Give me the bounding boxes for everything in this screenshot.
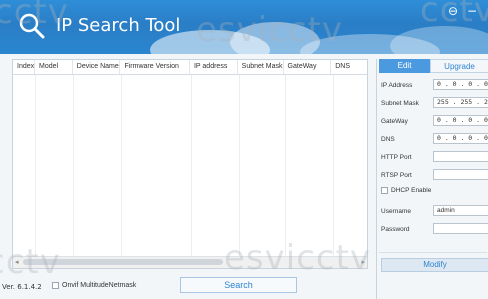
password-input[interactable] — [433, 223, 488, 234]
horizontal-scrollbar[interactable]: ◂ ▸ — [13, 256, 367, 268]
scroll-right-icon[interactable]: ▸ — [361, 257, 365, 268]
ip-address-label: IP Address — [381, 82, 413, 89]
magnifier-icon — [19, 13, 45, 39]
dhcp-label: DHCP Enable — [391, 187, 432, 194]
onvif-label: Onvif MultitudeNetmask — [62, 282, 137, 289]
table-body — [13, 75, 367, 256]
close-icon[interactable]: − — [467, 4, 477, 18]
device-table[interactable]: Index Model Device Name Firmware Version… — [12, 59, 368, 269]
column-header-gateway[interactable]: GateWay — [284, 60, 332, 74]
subnet-mask-label: Subnet Mask — [381, 100, 419, 107]
column-divider — [121, 75, 122, 256]
dns-label: DNS — [381, 136, 395, 143]
edit-panel: Edit Upgrade IP Address 0 . 0 . 0 . 0 Su… — [376, 59, 488, 299]
tab-edit[interactable]: Edit — [379, 59, 431, 73]
username-input[interactable]: admin — [433, 205, 488, 216]
panel-tabs: Edit Upgrade — [379, 59, 488, 73]
table-header: Index Model Device Name Firmware Version… — [13, 60, 367, 75]
subnet-mask-input[interactable]: 255 . 255 . 255 . 0 — [433, 97, 488, 108]
search-button[interactable]: Search — [180, 277, 297, 293]
tab-upgrade[interactable]: Upgrade — [430, 59, 488, 73]
dhcp-row: DHCP Enable — [381, 187, 488, 201]
rtsp-port-label: RTSP Port — [381, 172, 412, 179]
username-row: Username admin — [381, 205, 488, 219]
column-divider — [191, 75, 192, 256]
modify-button[interactable]: Modify — [381, 258, 488, 272]
password-label: Password — [381, 226, 410, 233]
column-divider — [35, 75, 36, 256]
column-divider — [285, 75, 286, 256]
http-port-label: HTTP Port — [381, 154, 412, 161]
column-divider — [333, 75, 334, 256]
divider — [379, 252, 487, 253]
onvif-option[interactable]: Onvif MultitudeNetmask — [52, 282, 136, 289]
version-label: Ver. 6.1.4.2 — [2, 283, 42, 291]
column-divider — [239, 75, 240, 256]
dhcp-checkbox[interactable] — [381, 187, 388, 194]
http-port-input[interactable] — [433, 151, 488, 162]
column-header-firmware-version[interactable]: Firmware Version — [120, 60, 190, 74]
app-title: IP Search Tool — [56, 15, 181, 36]
column-header-device-name[interactable]: Device Name — [73, 60, 121, 74]
scrollbar-thumb[interactable] — [23, 259, 223, 265]
rtsp-port-input[interactable] — [433, 169, 488, 180]
dhcp-option[interactable]: DHCP Enable — [381, 187, 431, 194]
scroll-left-icon[interactable]: ◂ — [15, 257, 19, 268]
column-header-dns[interactable]: DNS — [331, 60, 367, 74]
subnet-mask-row: Subnet Mask 255 . 255 . 255 . 0 — [381, 97, 488, 111]
gateway-input[interactable]: 0 . 0 . 0 . 0 — [433, 115, 488, 126]
column-header-subnet-mask[interactable]: Subnet Mask — [238, 60, 284, 74]
column-header-model[interactable]: Model — [35, 60, 73, 74]
ip-address-input[interactable]: 0 . 0 . 0 . 0 — [433, 79, 488, 90]
cloud-decoration — [390, 26, 488, 54]
column-divider — [73, 75, 74, 256]
onvif-checkbox[interactable] — [52, 282, 59, 289]
title-bar: IP Search Tool ⊖ − — [0, 0, 488, 54]
column-header-index[interactable]: Index — [13, 60, 35, 74]
password-row: Password — [381, 223, 488, 237]
gateway-row: GateWay 0 . 0 . 0 . 0 — [381, 115, 488, 129]
minimize-icon[interactable]: ⊖ — [448, 4, 458, 18]
rtsp-port-row: RTSP Port — [381, 169, 488, 183]
username-label: Username — [381, 208, 411, 215]
dns-row: DNS 0 . 0 . 0 . 0 — [381, 133, 488, 147]
http-port-row: HTTP Port — [381, 151, 488, 165]
column-header-ip-address[interactable]: IP address — [190, 60, 238, 74]
gateway-label: GateWay — [381, 118, 408, 125]
ip-address-row: IP Address 0 . 0 . 0 . 0 — [381, 79, 488, 93]
dns-input[interactable]: 0 . 0 . 0 . 0 — [433, 133, 488, 144]
